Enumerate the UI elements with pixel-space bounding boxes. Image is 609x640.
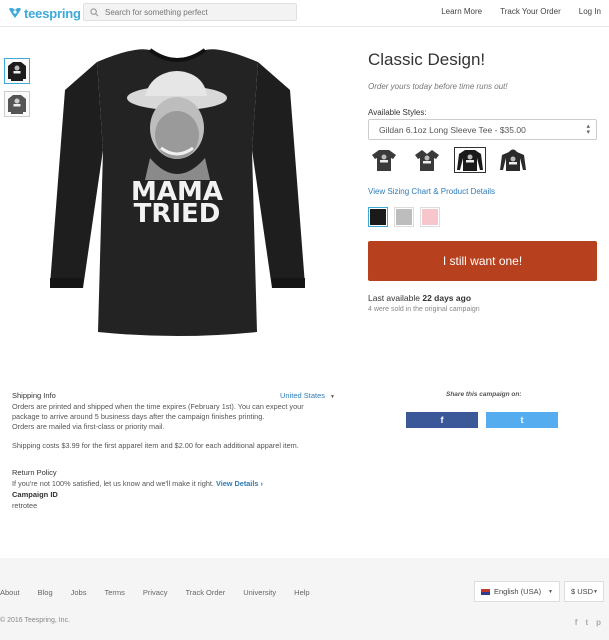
shipping-info-title: Shipping Info	[12, 391, 56, 400]
nav-login-link[interactable]: Log In	[579, 7, 601, 16]
footer-link-help[interactable]: Help	[294, 588, 309, 597]
style-tee-icon	[372, 150, 396, 171]
style-select-value: Gildan 6.1oz Long Sleeve Tee - $35.00	[379, 124, 526, 135]
share-facebook-button[interactable]: f	[406, 412, 478, 428]
view-details-link[interactable]: View Details ›	[216, 479, 263, 488]
shipping-text-line: package to arrive around 5 business days…	[12, 412, 265, 421]
shipping-text-line: Orders are mailed via first-class or pri…	[12, 422, 165, 431]
teespring-logo[interactable]: teespring	[8, 5, 81, 21]
color-swatch-fill	[422, 209, 438, 225]
style-option-long-sleeve[interactable]	[454, 147, 486, 173]
sizing-chart-link[interactable]: View Sizing Chart & Product Details	[368, 187, 495, 196]
color-swatch-black[interactable]	[368, 207, 388, 227]
search-bar[interactable]	[83, 3, 297, 21]
chevron-down-icon: ▼	[548, 588, 553, 595]
available-styles-label: Available Styles:	[368, 108, 427, 117]
footer-link-privacy[interactable]: Privacy	[143, 588, 168, 597]
shipping-costs-text: Shipping costs $3.99 for the first appar…	[12, 441, 299, 450]
flag-icon	[481, 588, 490, 595]
product-thumbnail-black[interactable]	[4, 58, 30, 84]
sold-count-text: 4 were sold in the original campaign	[368, 306, 480, 313]
language-value: English (USA)	[494, 587, 542, 596]
style-option-vneck[interactable]	[411, 147, 443, 173]
return-policy-body: If you're not 100% satisfied, let us kno…	[12, 479, 214, 488]
nav-learn-more-link[interactable]: Learn More	[441, 7, 482, 16]
style-long-sleeve-icon	[457, 150, 483, 171]
language-select[interactable]: English (USA) ▼	[474, 581, 560, 602]
nav-track-order-link[interactable]: Track Your Order	[500, 7, 561, 16]
footer-link-jobs[interactable]: Jobs	[71, 588, 87, 597]
shirt-thumbnail-icon	[8, 95, 26, 114]
shirt-thumbnail-icon	[8, 62, 26, 81]
chevron-down-icon: ▼	[593, 588, 598, 595]
twitter-icon[interactable]: t	[585, 618, 588, 627]
twitter-icon: t	[520, 415, 524, 425]
footer-link-blog[interactable]: Blog	[38, 588, 53, 597]
currency-value: $ USD	[571, 587, 594, 596]
share-label: Share this campaign on:	[446, 391, 522, 398]
footer-social-links: f t p	[575, 618, 601, 627]
return-policy-text: If you're not 100% satisfied, let us kno…	[12, 479, 263, 488]
facebook-icon[interactable]: f	[575, 618, 578, 627]
footer-links: About Blog Jobs Terms Privacy Track Orde…	[0, 588, 310, 597]
share-twitter-button[interactable]: t	[486, 412, 558, 428]
shipping-country-select[interactable]: United States ▼	[280, 391, 335, 400]
color-swatch-pink[interactable]	[420, 207, 440, 227]
color-swatch-grey[interactable]	[394, 207, 414, 227]
footer-link-track-order[interactable]: Track Order	[185, 588, 225, 597]
footer-link-terms[interactable]: Terms	[104, 588, 124, 597]
buy-button[interactable]: I still want one!	[368, 241, 597, 281]
site-footer: About Blog Jobs Terms Privacy Track Orde…	[0, 558, 609, 640]
last-available-prefix: Last available	[368, 293, 423, 303]
campaign-id-value: retrotee	[12, 501, 38, 510]
footer-link-about[interactable]: About	[0, 588, 20, 597]
pinterest-icon[interactable]: p	[596, 618, 601, 627]
currency-select[interactable]: $ USD ▼	[564, 581, 604, 602]
product-subtitle: Order yours today before time runs out!	[368, 82, 508, 91]
logo-text: teespring	[24, 5, 81, 21]
footer-link-university[interactable]: University	[243, 588, 276, 597]
product-title: Classic Design!	[368, 50, 486, 69]
shirt-text-line2: TRIED	[134, 199, 221, 229]
copyright-text: © 2016 Teespring, Inc.	[0, 617, 71, 624]
color-swatch-fill	[396, 209, 412, 225]
teespring-logo-icon	[9, 7, 21, 18]
chevron-down-icon: ▼	[330, 394, 335, 400]
product-image: MAMA TRIED	[50, 48, 305, 336]
top-nav: Learn More Track Your Order Log In	[441, 7, 601, 16]
last-available-value: 22 days ago	[422, 293, 472, 303]
campaign-id-title: Campaign ID	[12, 490, 58, 499]
color-swatch-fill	[370, 209, 386, 225]
shipping-text-line: Orders are printed and shipped when the …	[12, 402, 304, 411]
shipping-country-value: United States	[280, 391, 326, 400]
search-icon	[90, 7, 99, 16]
site-header: teespring Learn More Track Your Order Lo…	[0, 0, 609, 27]
style-select[interactable]: Gildan 6.1oz Long Sleeve Tee - $35.00 ▴ ▾	[368, 119, 597, 140]
style-option-hoodie[interactable]	[497, 147, 529, 173]
facebook-icon: f	[440, 415, 444, 425]
style-hoodie-icon	[500, 149, 526, 171]
product-thumbnail-grey[interactable]	[4, 91, 30, 117]
last-available-text: Last available 22 days ago	[368, 293, 471, 303]
style-option-tee[interactable]	[368, 147, 400, 173]
search-input[interactable]	[105, 7, 285, 17]
style-vneck-icon	[415, 150, 439, 171]
select-caret-icon: ▴ ▾	[586, 123, 590, 136]
return-policy-title: Return Policy	[12, 468, 57, 477]
